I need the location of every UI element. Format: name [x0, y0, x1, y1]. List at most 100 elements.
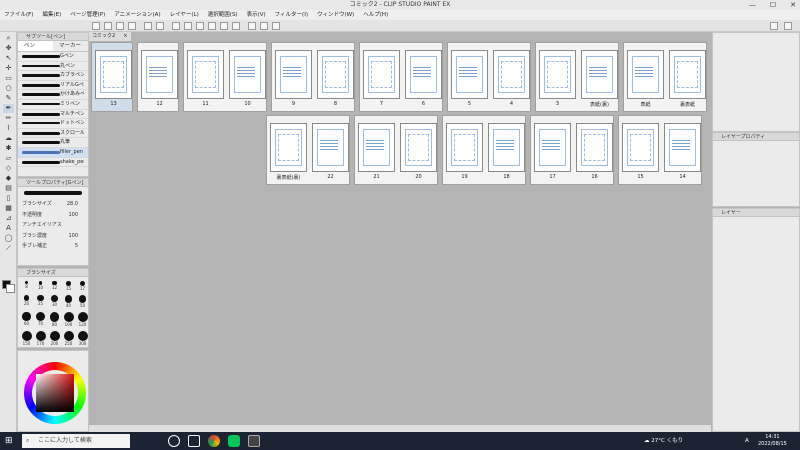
page-thumbnail[interactable] [493, 50, 530, 99]
page-thumbnail[interactable] [270, 123, 307, 172]
brush-size-option[interactable]: 25 [34, 295, 47, 308]
fill-icon[interactable] [232, 22, 240, 30]
brush-size-option[interactable]: 250 [62, 331, 75, 346]
page-thumbnail[interactable] [275, 50, 312, 99]
brush-item[interactable]: マルチペン [18, 110, 88, 120]
page-thumbnail[interactable] [446, 123, 483, 172]
redo-icon[interactable] [156, 22, 164, 30]
menu-selection[interactable]: 選択範囲(S) [208, 10, 238, 20]
brush-tool-icon[interactable]: ⌇ [3, 124, 14, 133]
page-spread[interactable]: 19 18 [442, 115, 526, 185]
open-icon[interactable] [116, 22, 124, 30]
page-spread[interactable]: 17 16 [530, 115, 614, 185]
antialias-row[interactable]: アンチエイリアス [18, 220, 88, 231]
document-tab[interactable]: コミック2 × [89, 32, 131, 41]
fill-tool-icon[interactable]: ◆ [3, 174, 14, 183]
balloon-tool-icon[interactable]: ◯ [3, 234, 14, 243]
decoration-tool-icon[interactable]: ✱ [3, 144, 14, 153]
eraser-tool-icon[interactable]: ▱ [3, 154, 14, 163]
zoom-tool-icon[interactable]: ⌕ [3, 34, 14, 43]
brush-size-option[interactable]: 170 [34, 331, 47, 346]
gradient-tool-icon[interactable]: ▤ [3, 184, 14, 193]
cortana-icon[interactable] [168, 435, 180, 447]
maximize-button[interactable]: ☐ [770, 0, 776, 10]
menu-animation[interactable]: アニメーション(A) [114, 10, 160, 20]
page-spread[interactable]: 54 [447, 42, 531, 112]
lasso-tool-icon[interactable]: ○ [3, 84, 14, 93]
blend-tool-icon[interactable]: ◇ [3, 164, 14, 173]
task-view-icon[interactable] [188, 435, 200, 447]
brush-size-option[interactable]: 8 [20, 281, 33, 291]
crop-icon[interactable] [220, 22, 228, 30]
page-thumbnail[interactable] [229, 50, 266, 99]
line-correction-icon[interactable]: ⟋ [3, 244, 14, 253]
clip-studio-paint-icon[interactable] [248, 435, 260, 447]
brush-size-option[interactable]: 40 [62, 295, 75, 308]
weather-info[interactable]: ☁ 27°C くもり [644, 432, 683, 450]
saturation-square[interactable] [36, 374, 74, 412]
page-spread[interactable]: 15 14 [618, 115, 702, 185]
brush-item[interactable]: カブラペン [18, 71, 88, 81]
brush-item[interactable]: ミリペン [18, 100, 88, 110]
menu-edit[interactable]: 編集(E) [42, 10, 61, 20]
brush-size-option[interactable]: 80 [48, 312, 61, 327]
minimize-button[interactable]: — [749, 0, 756, 10]
brush-item[interactable]: filler_pen [18, 147, 88, 158]
density-row[interactable]: ブラシ濃度 100 [18, 231, 88, 242]
menu-layer[interactable]: レイヤー(L) [170, 10, 199, 20]
opacity-row[interactable]: 不透明度 100 [18, 210, 88, 221]
page-thumbnail[interactable] [488, 123, 525, 172]
menu-view[interactable]: 表示(V) [247, 10, 266, 20]
page-spread[interactable]: 21 20 [354, 115, 438, 185]
page-spread[interactable]: 裏表紙(裏) 22 [266, 115, 350, 185]
sub-color-swatch[interactable] [6, 284, 15, 293]
tab-marker[interactable]: マーカー [53, 41, 88, 51]
page-thumbnail[interactable] [627, 50, 664, 99]
new-icon[interactable] [104, 22, 112, 30]
close-button[interactable]: ✕ [790, 0, 796, 10]
brush-item[interactable]: Gペン [18, 52, 88, 62]
page-thumbnail[interactable] [622, 123, 659, 172]
grid-icon[interactable] [272, 22, 280, 30]
tab-pen[interactable]: ペン [18, 41, 53, 51]
brush-size-option[interactable]: 200 [48, 331, 61, 346]
stabilize-row[interactable]: 手ブレ補正 5 [18, 241, 88, 252]
menu-file[interactable]: ファイル(F) [4, 10, 33, 20]
brush-item[interactable]: 丸ペン [18, 62, 88, 72]
brush-item[interactable]: かけあみペン [18, 90, 88, 100]
menu-filter[interactable]: フィルター(I) [275, 10, 308, 20]
brush-size-option[interactable]: 30 [48, 295, 61, 308]
page-thumbnail[interactable] [664, 123, 701, 172]
brush-size-option[interactable]: 300 [76, 331, 89, 346]
figure-tool-icon[interactable]: ▯ [3, 194, 14, 203]
page-thumbnail[interactable] [669, 50, 706, 99]
page-thumbnail[interactable] [576, 123, 613, 172]
page-thumbnail[interactable] [141, 50, 178, 99]
home-icon[interactable] [92, 22, 100, 30]
clip-studio-icon[interactable] [784, 22, 792, 30]
move-tool-icon[interactable]: ✥ [3, 44, 14, 53]
snap-icon[interactable] [248, 22, 256, 30]
clear-icon[interactable] [172, 22, 180, 30]
chrome-icon[interactable] [208, 435, 220, 447]
brush-size-option[interactable]: 70 [34, 312, 47, 327]
clock[interactable]: 14:31 2022/08/15 [758, 434, 787, 448]
taskbar-search[interactable]: ⌕ ここに入力して検索 [22, 434, 130, 448]
menu-page[interactable]: ページ管理(P) [70, 10, 105, 20]
deselect-icon[interactable] [196, 22, 204, 30]
brush-size-option[interactable]: 50 [76, 295, 89, 308]
page-thumbnail[interactable] [451, 50, 488, 99]
page-spread[interactable]: 13 [91, 42, 133, 112]
page-thumbnail[interactable] [187, 50, 224, 99]
invert-selection-icon[interactable] [208, 22, 216, 30]
brush-size-row[interactable]: ブラシサイズ 28.0 [18, 199, 88, 210]
eyedropper-tool-icon[interactable]: ✎ [3, 94, 14, 103]
page-thumbnail[interactable] [95, 50, 132, 99]
ime-indicator[interactable]: A [745, 432, 749, 450]
page-spread[interactable]: 12 [137, 42, 179, 112]
text-tool-icon[interactable]: A [3, 224, 14, 233]
page-thumbnail[interactable] [358, 123, 395, 172]
page-thumbnail[interactable] [363, 50, 400, 99]
account-icon[interactable] [770, 22, 778, 30]
page-spread[interactable]: 76 [359, 42, 443, 112]
